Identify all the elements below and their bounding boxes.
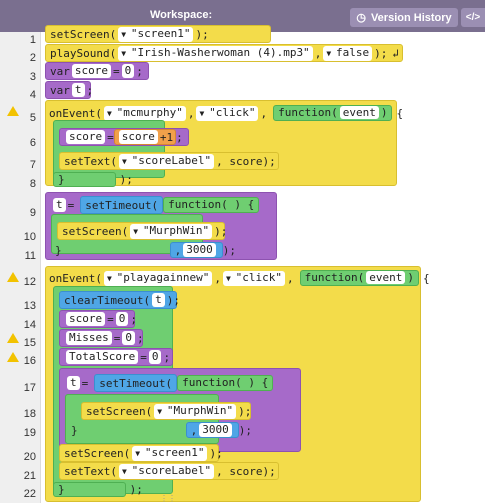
math-block[interactable]: score + 1 [113,129,177,145]
label-dropdown[interactable]: "scoreLabel" [118,153,215,169]
label-dropdown[interactable]: "scoreLabel" [118,463,215,479]
element-id-dropdown[interactable]: "playagainnew" [103,270,213,286]
score-reset-block[interactable]: score = 0 ; [59,310,137,328]
element-id-dropdown[interactable]: "mcmurphy" [103,105,186,121]
line-number: 11 [24,250,36,262]
settimeout-block[interactable]: setTimeout( [80,196,164,214]
function-block[interactable]: function(event) [299,270,419,286]
line-number: 8 [29,178,36,190]
setscreen-block[interactable]: setScreen( "MurphWin" ); [81,402,251,420]
clock-icon: ◷ [356,12,366,24]
line-number: 2 [29,52,36,64]
line-number: 18 [23,408,36,420]
event-type-dropdown[interactable]: "click" [222,270,285,286]
setscreen-block[interactable]: setScreen( "MurphWin" ); [57,222,227,240]
settimeout-block[interactable]: setTimeout( [94,374,178,392]
loop-dropdown[interactable]: false [323,45,373,61]
line-number: 9 [29,207,36,219]
line-number: 19 [23,427,36,439]
screen-dropdown[interactable]: "MurphWin" [130,223,213,239]
delay-field[interactable]: , 3000 [169,242,223,258]
variable-name[interactable]: t [71,83,85,97]
misses-reset-block[interactable]: Misses = 0 ; [59,329,144,347]
warning-icon[interactable] [7,272,19,282]
code-workspace[interactable]: setScreen( "screen1" ); playSound( "Iris… [41,25,485,503]
variable-name[interactable]: score [71,64,111,78]
settimeout-header: t = setTimeout( function( ) { [61,374,301,392]
line-number: 14 [23,319,36,331]
settext-block[interactable]: setText( "scoreLabel" , score); [59,152,279,170]
function-block[interactable]: function( ) { [163,197,260,213]
line-number: 3 [29,71,36,83]
version-history-button[interactable]: ◷ Version History [350,8,458,27]
function-block[interactable]: function(event) [273,105,393,121]
var-score-block[interactable]: var score = 0 ; [45,62,149,80]
line-number: 13 [23,300,36,312]
line-number: 7 [29,159,36,171]
score-assign-block[interactable]: score = score + 1 ; [59,128,189,146]
setscreen-block[interactable]: setScreen( "screen1" ); [59,444,223,462]
settimeout-header: t = setTimeout( function( ) { [47,196,277,214]
screen-dropdown[interactable]: "screen1" [132,445,208,461]
return-icon: ↲ [392,46,399,60]
delay-field[interactable]: , 3000 [185,422,239,438]
line-number: 21 [23,470,36,482]
show-code-button[interactable]: </> [461,8,485,27]
totalscore-reset-block[interactable]: TotalScore = 0 ; [59,348,173,366]
warning-icon[interactable] [7,333,19,343]
screen-dropdown[interactable]: "screen1" [118,26,194,42]
line-number: 22 [23,488,36,500]
cleartimeout-block[interactable]: clearTimeout( t ); [59,291,180,309]
workspace-title: Workspace: [150,9,213,21]
line-number: 20 [23,451,36,463]
line-number: 1 [29,34,36,46]
line-number: 10 [23,231,36,243]
function-block[interactable]: function( ) { [177,375,274,391]
settext-block[interactable]: setText( "scoreLabel" , score); [59,462,279,480]
line-number-gutter: 1 2 3 4 5 6 7 8 9 10 11 12 13 14 15 16 1… [0,32,41,503]
settimeout-close: } , 3000 ); [71,422,252,438]
var-t-block[interactable]: var t ; [45,81,93,99]
value-field[interactable]: 0 [121,64,135,78]
block-close: } ); [49,480,199,498]
sound-dropdown[interactable]: "Irish-Washerwoman (4).mp3" [118,45,313,61]
screen-dropdown[interactable]: "MurphWin" [154,403,237,419]
version-history-label: Version History [370,11,452,24]
playsound-block[interactable]: playSound( "Irish-Washerwoman (4).mp3" ,… [45,44,403,62]
warning-icon[interactable] [7,106,19,116]
line-number: 17 [23,382,36,394]
event-type-dropdown[interactable]: "click" [196,105,259,121]
settimeout-close: } , 3000 ); [55,242,236,258]
setscreen-block[interactable]: setScreen( "screen1" ); [45,25,271,43]
block-close: } ); [49,170,189,188]
resize-handle[interactable]: ⋮⋮ [160,494,176,503]
line-number: 4 [29,89,36,101]
warning-icon[interactable] [7,352,19,362]
line-number: 6 [29,137,36,149]
code-icon: </> [465,12,481,23]
onevent-header: onEvent( "playagainnew" , "click" , func… [45,269,430,287]
